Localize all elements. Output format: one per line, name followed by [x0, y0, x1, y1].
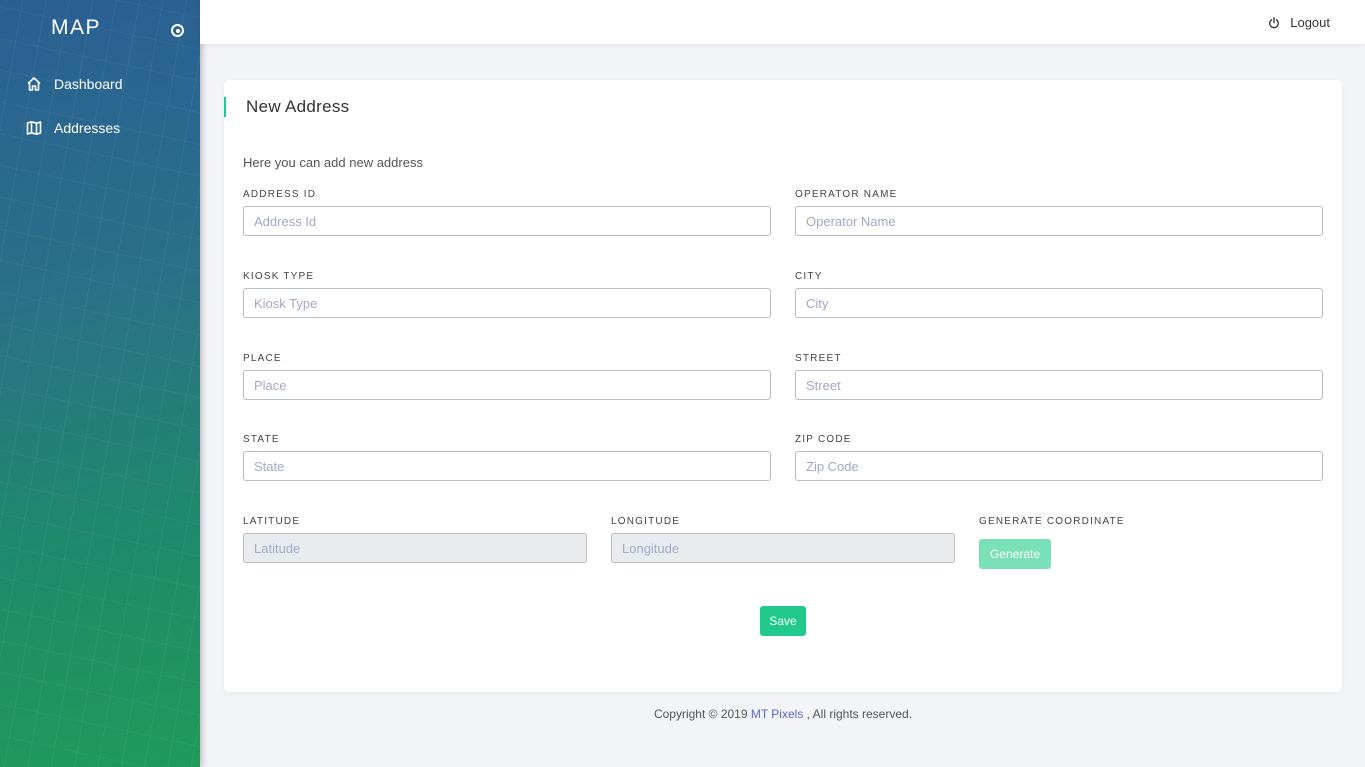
home-icon	[27, 77, 41, 91]
zip-code-field-group: ZIP CODE	[795, 434, 1323, 481]
latitude-label: LATITUDE	[243, 516, 301, 527]
street-input[interactable]	[795, 370, 1323, 400]
sidebar-toggle-icon[interactable]	[171, 24, 184, 37]
place-field-group: PLACE	[243, 353, 771, 400]
place-input[interactable]	[243, 370, 771, 400]
street-field-group: STREET	[795, 353, 1323, 400]
footer: Copyright © 2019 MT Pixels , All rights …	[224, 707, 1342, 721]
longitude-label: LONGITUDE	[611, 516, 681, 527]
brand: MAP	[0, 16, 200, 44]
top-bar: Logout	[200, 0, 1365, 44]
logout-label: Logout	[1290, 15, 1330, 30]
longitude-input	[611, 533, 955, 563]
state-field-group: STATE	[243, 434, 771, 481]
generate-button[interactable]: Generate	[979, 539, 1051, 569]
power-icon	[1269, 16, 1280, 28]
zip-code-label: ZIP CODE	[795, 434, 852, 445]
sidebar-item-dashboard[interactable]: Dashboard	[0, 69, 200, 99]
city-input[interactable]	[795, 288, 1323, 318]
operator-name-input[interactable]	[795, 206, 1323, 236]
footer-link[interactable]: MT Pixels	[751, 707, 803, 721]
place-label: PLACE	[243, 353, 282, 364]
city-label: CITY	[795, 271, 823, 282]
sidebar-item-label: Addresses	[54, 120, 121, 136]
operator-name-label: OPERATOR NAME	[795, 189, 898, 200]
address-id-input[interactable]	[243, 206, 771, 236]
generate-coordinate-label: GENERATE COORDINATE	[979, 516, 1125, 527]
address-id-label: ADDRESS ID	[243, 189, 317, 200]
latitude-field-group: LATITUDE	[243, 516, 587, 563]
save-button[interactable]: Save	[760, 606, 806, 636]
city-field-group: CITY	[795, 271, 1323, 318]
generate-coordinate-group: GENERATE COORDINATE	[979, 516, 1179, 533]
logout-button[interactable]: Logout	[1268, 15, 1330, 30]
state-label: STATE	[243, 434, 280, 445]
operator-name-field-group: OPERATOR NAME	[795, 189, 1323, 236]
sidebar: MAP Dashboard Addresses	[0, 0, 200, 767]
footer-copyright: Copyright © 2019	[653, 707, 751, 721]
kiosk-type-field-group: KIOSK TYPE	[243, 271, 771, 318]
state-input[interactable]	[243, 451, 771, 481]
new-address-card: New Address Here you can add new address…	[224, 80, 1342, 692]
kiosk-type-input[interactable]	[243, 288, 771, 318]
sidebar-item-addresses[interactable]: Addresses	[0, 113, 200, 143]
page-description: Here you can add new address	[243, 155, 423, 170]
latitude-input	[243, 533, 587, 563]
zip-code-input[interactable]	[795, 451, 1323, 481]
address-id-field-group: ADDRESS ID	[243, 189, 771, 236]
sidebar-item-label: Dashboard	[54, 76, 123, 92]
map-icon	[26, 121, 42, 135]
footer-rights: , All rights reserved.	[803, 707, 913, 721]
longitude-field-group: LONGITUDE	[611, 516, 955, 563]
kiosk-type-label: KIOSK TYPE	[243, 271, 315, 282]
brand-title: MAP	[51, 16, 102, 39]
page-title: New Address	[224, 97, 349, 117]
street-label: STREET	[795, 353, 842, 364]
